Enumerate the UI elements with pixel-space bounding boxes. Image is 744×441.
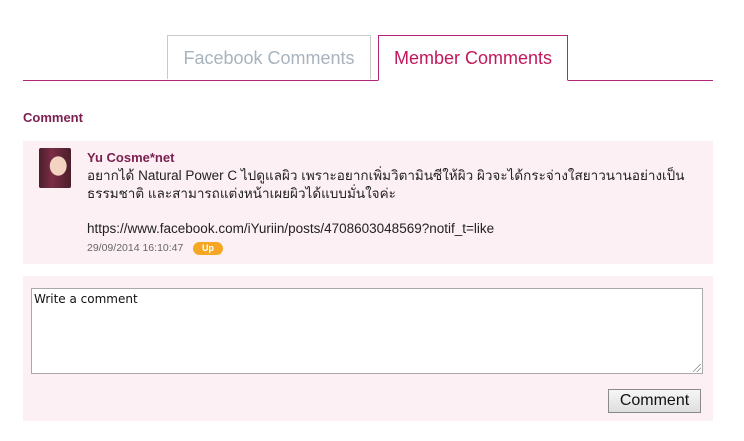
- tab-facebook-comments[interactable]: Facebook Comments: [167, 35, 371, 79]
- section-title: Comment: [23, 110, 83, 125]
- comments-widget: Facebook Comments Member Comments Commen…: [0, 0, 744, 441]
- comment-timestamp: 29/09/2014 16:10:47: [87, 242, 184, 254]
- tab-member-comments[interactable]: Member Comments: [378, 35, 568, 81]
- comment-text: อยากได้ Natural Power C ไปดูแลผิว เพราะอ…: [87, 168, 685, 201]
- comment-textarea[interactable]: [31, 288, 703, 374]
- up-badge[interactable]: Up: [193, 242, 223, 255]
- comment-author[interactable]: Yu Cosme*net: [87, 150, 174, 165]
- user-avatar[interactable]: [39, 148, 71, 188]
- resize-grip-icon[interactable]: [693, 364, 701, 372]
- comment-link[interactable]: https://www.facebook.com/iYuriin/posts/4…: [87, 221, 494, 236]
- avatar-photo: [39, 148, 71, 188]
- comment-form: Comment: [23, 276, 713, 421]
- comment-item: Yu Cosme*net อยากได้ Natural Power C ไปด…: [23, 141, 713, 264]
- comment-tabs: Facebook Comments Member Comments: [23, 35, 713, 81]
- comment-submit-button[interactable]: Comment: [608, 389, 701, 413]
